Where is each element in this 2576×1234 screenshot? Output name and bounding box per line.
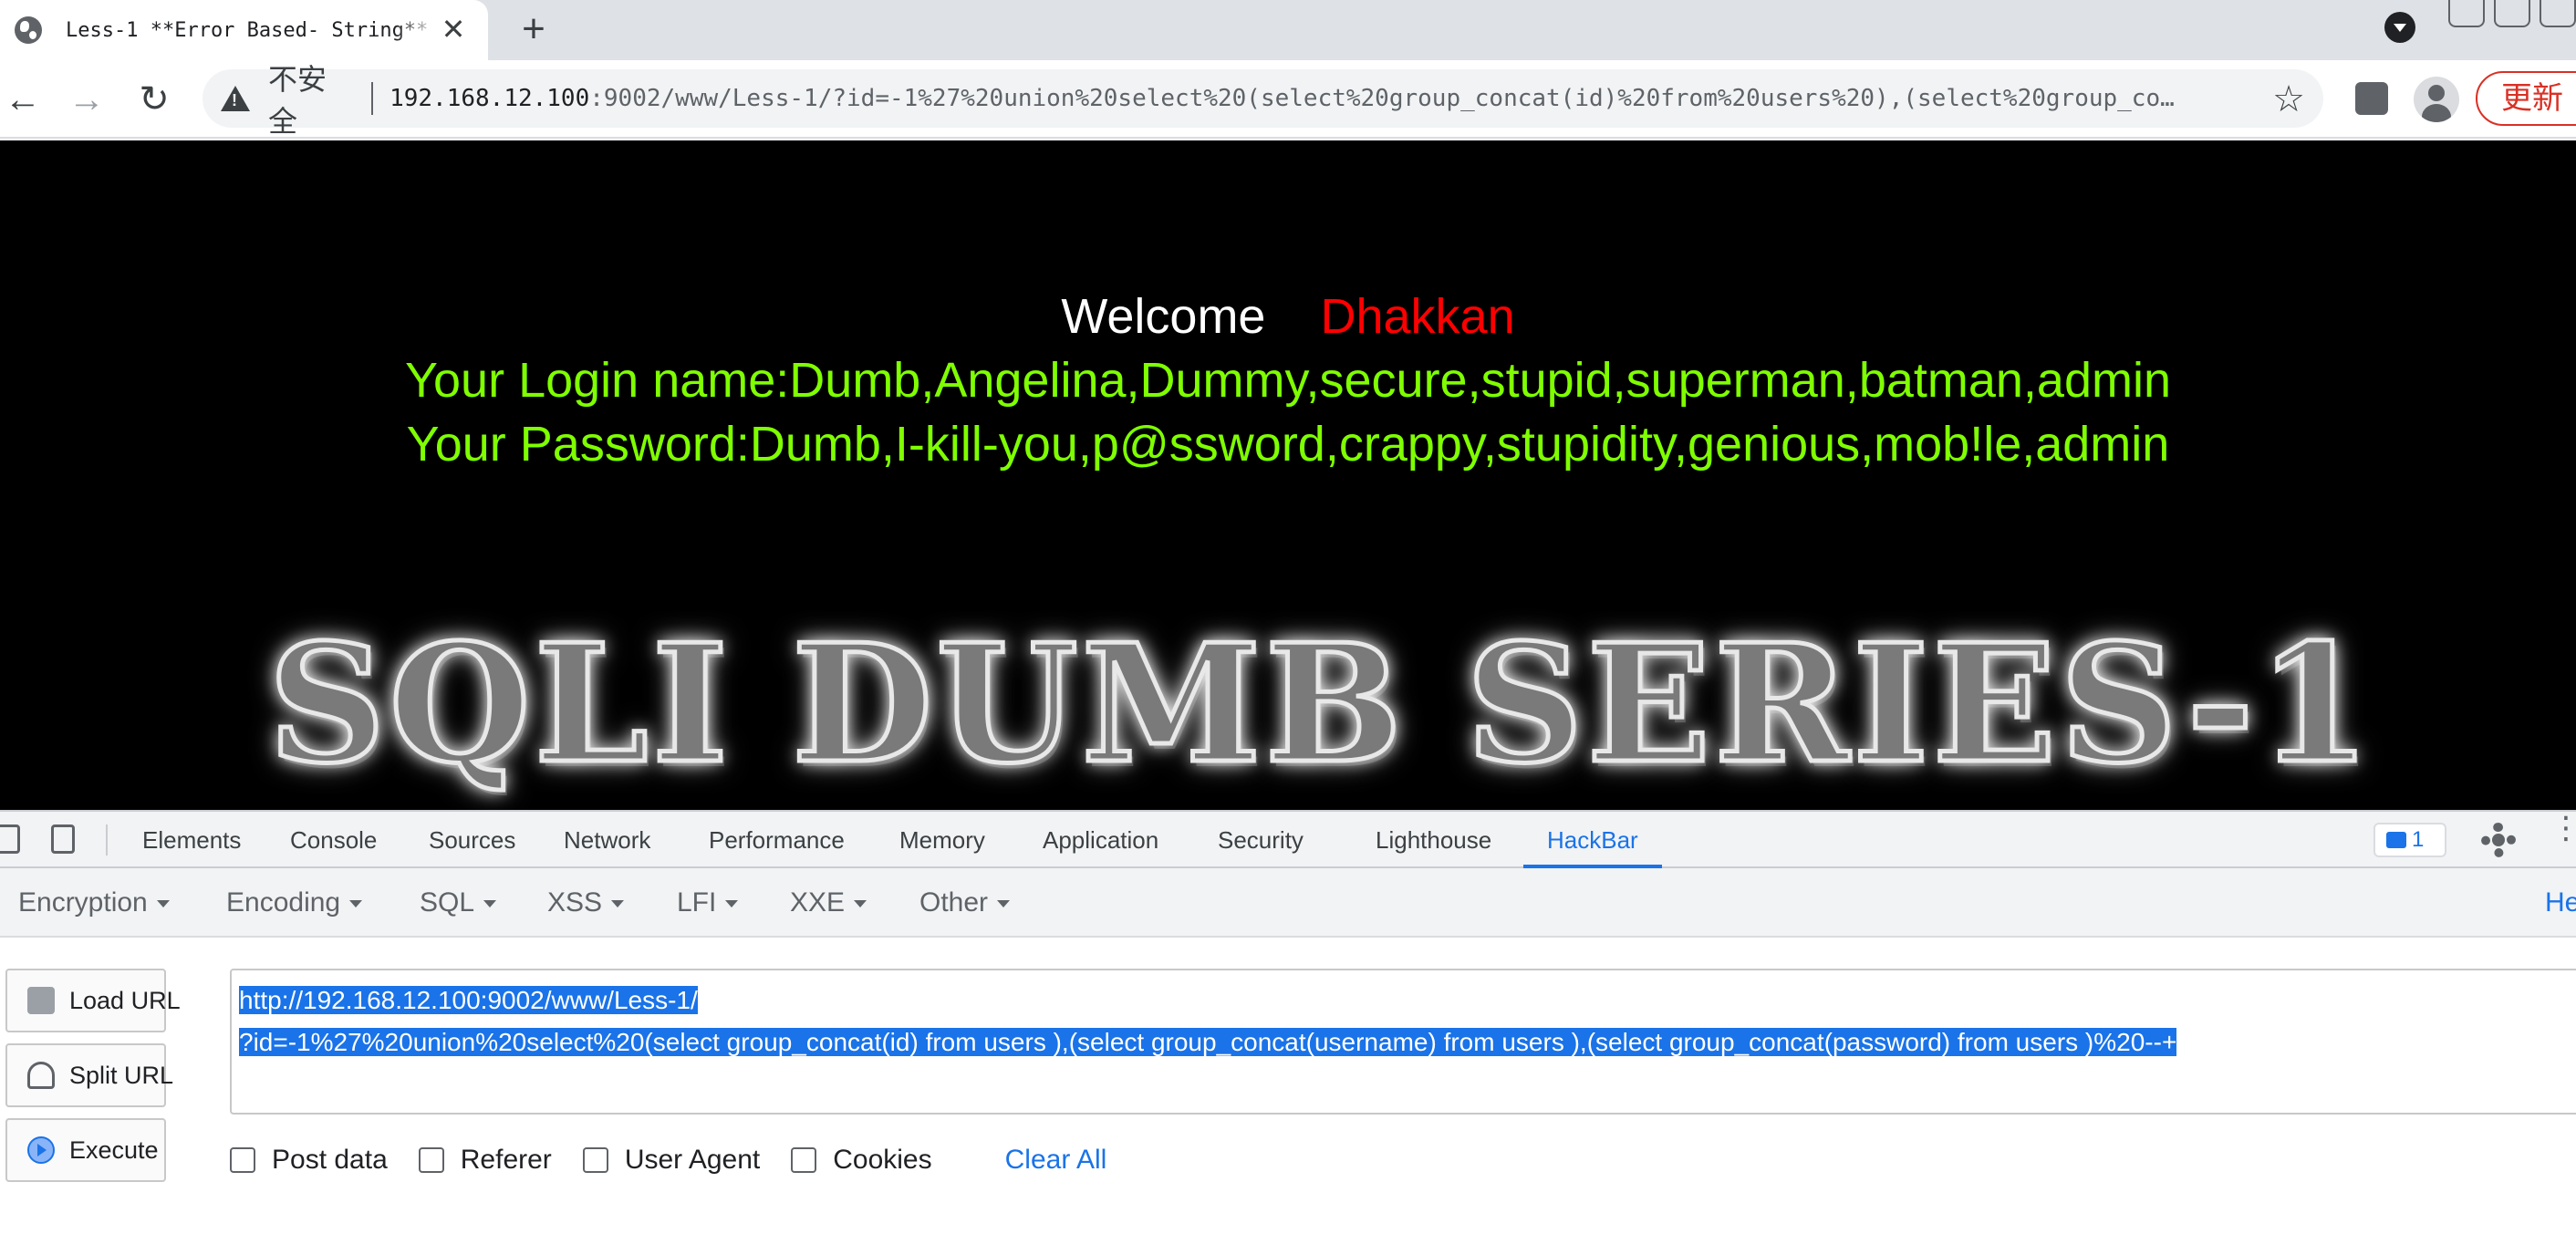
- forward-arrow-icon[interactable]: →: [64, 77, 109, 122]
- url-line-1: http://192.168.12.100:9002/www/Less-1/: [239, 986, 698, 1014]
- option-referer[interactable]: Referer: [418, 1145, 552, 1176]
- sqli-banner-logo: SQLI DUMB SERIES-1: [266, 608, 2374, 799]
- scissors-icon: [27, 1062, 55, 1089]
- user-agent-checkbox[interactable]: [582, 1147, 608, 1173]
- tab-memory[interactable]: Memory: [899, 812, 985, 868]
- post-data-checkbox[interactable]: [230, 1147, 255, 1173]
- menu-other[interactable]: Other: [919, 868, 1010, 938]
- profile-avatar-icon[interactable]: [2414, 77, 2459, 122]
- referer-label: Referer: [460, 1145, 552, 1175]
- browser-tab[interactable]: Less-1 **Error Based- String** ✕: [0, 0, 488, 60]
- tab-application[interactable]: Application: [1043, 812, 1158, 868]
- browser-toolbar: ← → ↻ 不安全 192.168.12.100:9002/www/Less-1…: [0, 60, 2576, 139]
- url-line-2: ?id=-1%27%20union%20select%20(select gro…: [239, 1028, 2177, 1056]
- more-options-icon[interactable]: ⋮: [2550, 813, 2576, 844]
- globe-icon: [15, 16, 42, 44]
- tab-console[interactable]: Console: [290, 812, 377, 868]
- execute-label: Execute: [69, 1136, 159, 1164]
- extensions-icon[interactable]: [2355, 82, 2388, 115]
- new-tab-button[interactable]: +: [511, 7, 556, 53]
- close-tab-icon[interactable]: ✕: [435, 11, 472, 47]
- welcome-line: Welcome Dhakkan: [0, 288, 2576, 345]
- play-icon: [27, 1136, 55, 1164]
- tab-performance[interactable]: Performance: [709, 812, 845, 868]
- option-post-data[interactable]: Post data: [230, 1145, 388, 1176]
- divider: [106, 824, 108, 856]
- restore-icon[interactable]: [2494, 0, 2530, 27]
- menu-xxe[interactable]: XXE: [790, 868, 867, 938]
- menu-lfi[interactable]: LFI: [677, 868, 738, 938]
- load-url-button[interactable]: Load URL: [5, 969, 181, 1032]
- execute-button[interactable]: Execute: [5, 1118, 166, 1182]
- cookies-checkbox[interactable]: [791, 1147, 817, 1173]
- hackbar-options: Post data Referer User Agent Cookies Cle…: [230, 1142, 1106, 1178]
- back-arrow-icon[interactable]: ←: [0, 77, 46, 122]
- issues-badge[interactable]: 1: [2373, 823, 2446, 857]
- help-link[interactable]: He: [2545, 868, 2576, 938]
- device-toolbar-icon[interactable]: [51, 824, 75, 854]
- tab-search-icon[interactable]: [2384, 12, 2415, 43]
- security-label[interactable]: 不安全: [268, 57, 355, 140]
- tab-hackbar[interactable]: HackBar: [1523, 812, 1662, 868]
- welcome-label: Welcome: [1061, 289, 1266, 344]
- settings-gear-icon[interactable]: [2481, 823, 2516, 857]
- page-content: Welcome Dhakkan Your Login name:Dumb,Ange…: [0, 140, 2576, 810]
- url-text[interactable]: 192.168.12.100:9002/www/Less-1/?id=-1%27…: [390, 85, 2323, 112]
- address-bar[interactable]: 不安全 192.168.12.100:9002/www/Less-1/?id=-…: [203, 63, 2323, 138]
- login-name-result: Your Login name:Dumb,Angelina,Dummy,secu…: [404, 353, 2172, 408]
- tab-strip: Less-1 **Error Based- String** ✕ +: [0, 0, 2576, 60]
- option-user-agent[interactable]: User Agent: [582, 1145, 761, 1176]
- option-cookies[interactable]: Cookies: [791, 1145, 932, 1176]
- hackbar-url-textarea[interactable]: http://192.168.12.100:9002/www/Less-1/ ?…: [230, 969, 2576, 1115]
- tab-elements[interactable]: Elements: [142, 812, 241, 868]
- menu-sql[interactable]: SQL: [420, 868, 496, 938]
- menu-encryption[interactable]: Encryption: [18, 868, 170, 938]
- referer-checkbox[interactable]: [418, 1147, 444, 1173]
- reload-icon[interactable]: ↻: [131, 77, 177, 122]
- split-url-button[interactable]: Split URL: [5, 1043, 173, 1107]
- bookmark-star-icon[interactable]: ☆: [2272, 78, 2305, 120]
- load-url-label: Load URL: [69, 987, 181, 1014]
- password-result: Your Password:Dumb,I-kill-you,p@ssword,c…: [406, 417, 2170, 472]
- tab-security[interactable]: Security: [1218, 812, 1304, 868]
- menu-encoding[interactable]: Encoding: [226, 868, 362, 938]
- clear-all-link[interactable]: Clear All: [1005, 1145, 1107, 1176]
- tab-lighthouse[interactable]: Lighthouse: [1376, 812, 1491, 868]
- menu-xss[interactable]: XSS: [547, 868, 624, 938]
- url-host: 192.168.12.100: [390, 85, 590, 112]
- close-window-icon[interactable]: [2540, 0, 2576, 27]
- update-button[interactable]: 更新: [2476, 71, 2576, 126]
- load-url-icon: [27, 987, 55, 1014]
- url-path: :9002/www/Less-1/?id=-1%27%20union%20sel…: [589, 85, 2175, 112]
- tab-sources[interactable]: Sources: [429, 812, 515, 868]
- welcome-name: Dhakkan: [1320, 289, 1515, 344]
- warning-icon: [221, 86, 250, 111]
- tab-network[interactable]: Network: [564, 812, 650, 868]
- hackbar-menu: Encryption Encoding SQL XSS LFI XXE Othe…: [0, 868, 2576, 938]
- divider: [371, 82, 374, 115]
- devtools-panel: Elements Console Sources Network Perform…: [0, 810, 2576, 1234]
- user-agent-label: User Agent: [624, 1145, 761, 1175]
- split-url-label: Split URL: [69, 1062, 174, 1089]
- post-data-label: Post data: [272, 1145, 388, 1175]
- inspect-element-icon[interactable]: [0, 824, 20, 854]
- devtools-tab-bar: Elements Console Sources Network Perform…: [0, 812, 2576, 868]
- minimize-icon[interactable]: [2448, 0, 2485, 27]
- tab-title: Less-1 **Error Based- String**: [66, 18, 429, 42]
- cookies-label: Cookies: [833, 1145, 932, 1175]
